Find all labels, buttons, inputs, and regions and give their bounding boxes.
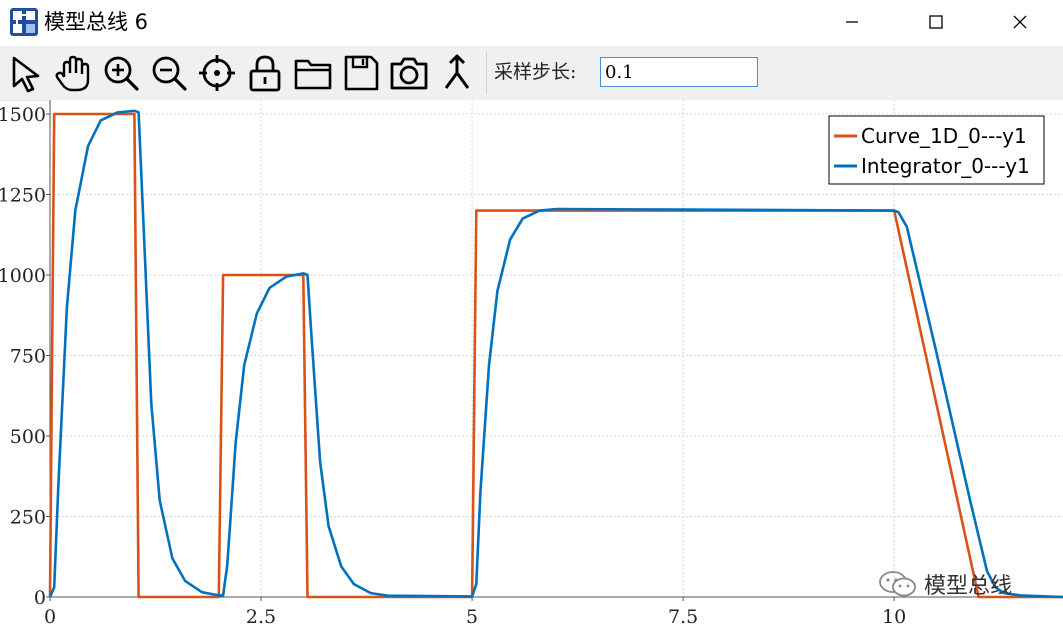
- save-icon: [344, 55, 379, 91]
- minimize-button[interactable]: [822, 0, 882, 44]
- chart[interactable]: 0 2.5 5 7.5 10 0 250 500 750 1000 1250 1500 Curve_1…: [0, 100, 1063, 630]
- legend-label-2: Integrator_0---y1: [861, 154, 1030, 178]
- lock-button[interactable]: [244, 52, 286, 94]
- watermark-text: 模型总线: [924, 574, 1013, 599]
- minimize-icon: [846, 21, 858, 23]
- lock-icon: [249, 55, 281, 92]
- open-folder-icon: [294, 59, 332, 90]
- pan-tool-button[interactable]: [52, 52, 94, 94]
- y-tick-label: 1250: [0, 185, 46, 207]
- toolbar-separator: [486, 52, 487, 94]
- select-arrow-icon: [12, 56, 40, 93]
- zoom-out-button[interactable]: [148, 52, 190, 94]
- zoom-in-icon: [104, 56, 139, 91]
- open-folder-button[interactable]: [292, 52, 334, 94]
- snapshot-button[interactable]: [388, 52, 430, 94]
- branch-button[interactable]: [436, 52, 478, 94]
- watermark: 模型总线: [878, 568, 1012, 600]
- wechat-icon: [879, 571, 916, 597]
- maximize-button[interactable]: [906, 0, 966, 44]
- branch-icon: [444, 54, 470, 89]
- crosshair-icon: [199, 55, 235, 91]
- x-tick-label: 2.5: [246, 606, 276, 628]
- step-size-label: 采样步长:: [494, 61, 577, 83]
- x-tick-label: 7.5: [668, 606, 698, 628]
- title-bar: 模型总线 6: [0, 0, 1063, 46]
- step-size-input[interactable]: [600, 57, 758, 87]
- y-tick-label: 500: [10, 426, 46, 448]
- pan-hand-icon: [55, 55, 90, 92]
- chart-legend: Curve_1D_0---y1 Integrator_0---y1: [828, 115, 1045, 185]
- y-tick-label: 250: [10, 507, 46, 529]
- x-tick-label: 0: [44, 606, 56, 628]
- zoom-in-button[interactable]: [100, 52, 142, 94]
- legend-label-1: Curve_1D_0---y1: [861, 124, 1027, 148]
- save-button[interactable]: [340, 52, 382, 94]
- close-button[interactable]: [990, 0, 1050, 44]
- y-tick-label: 1500: [0, 104, 46, 126]
- zoom-out-icon: [152, 56, 187, 91]
- crosshair-button[interactable]: [196, 52, 238, 94]
- y-tick-label: 1000: [0, 265, 46, 287]
- x-tick-label: 5: [466, 606, 478, 628]
- y-tick-label: 750: [10, 346, 46, 368]
- camera-icon: [390, 57, 428, 90]
- maximize-icon: [929, 15, 943, 29]
- toolbar: 采样步长:: [0, 46, 1063, 101]
- close-icon: [1013, 15, 1027, 29]
- y-tick-label: 0: [34, 587, 46, 609]
- app-logo-icon: [10, 8, 38, 36]
- select-tool-button[interactable]: [6, 52, 48, 94]
- x-tick-label: 10: [882, 606, 906, 628]
- window-title: 模型总线 6: [44, 10, 149, 34]
